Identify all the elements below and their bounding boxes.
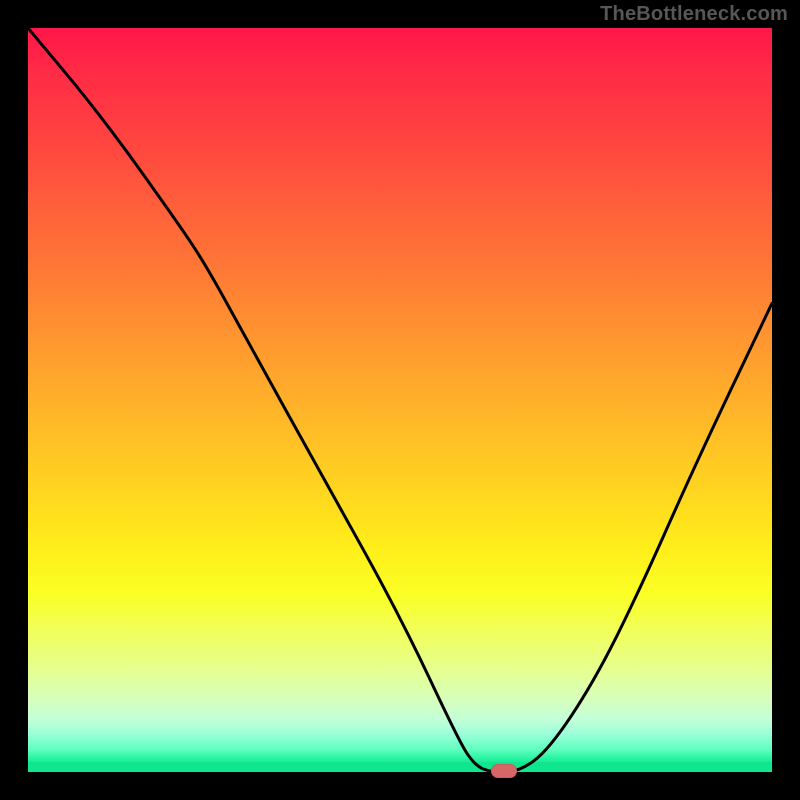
chart-container: TheBottleneck.com (0, 0, 800, 800)
watermark-text: TheBottleneck.com (600, 3, 788, 26)
green-band (28, 762, 772, 772)
optimal-point-marker (491, 764, 517, 778)
plot-area (28, 28, 772, 772)
heat-gradient (28, 28, 772, 772)
